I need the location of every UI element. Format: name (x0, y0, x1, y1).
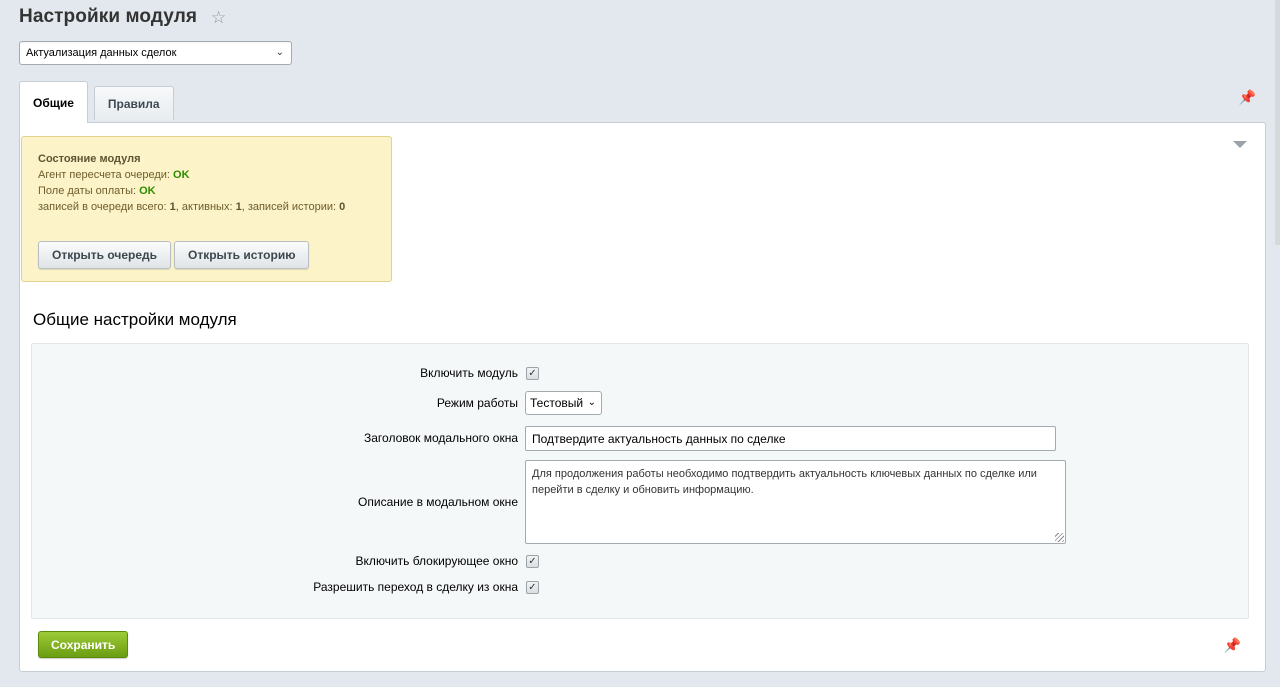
allow-navigation-label: Разрешить переход в сделку из окна (313, 580, 518, 594)
modal-desc-label: Описание в модальном окне (358, 495, 518, 509)
module-status-box: Состояние модуля Агент пересчета очереди… (21, 136, 392, 282)
resize-grip-icon[interactable] (1055, 533, 1064, 542)
chevron-down-icon: ⌄ (275, 47, 284, 58)
mode-select[interactable]: Тестовый ⌄ (525, 391, 602, 415)
tab-rules[interactable]: Правила (93, 86, 174, 120)
save-button[interactable]: Сохранить (38, 631, 129, 658)
payment-field-status: Поле даты оплаты: OK (38, 185, 156, 197)
queue-stats: записей в очереди всего: 1, активных: 1,… (38, 201, 346, 213)
open-queue-button[interactable]: Открыть очередь (38, 241, 172, 269)
enable-module-label: Включить модуль (420, 366, 518, 380)
module-select-value: Актуализация данных сделок (26, 47, 177, 59)
blocking-window-checkbox[interactable]: ✓ (526, 555, 539, 568)
enable-module-checkbox[interactable]: ✓ (526, 367, 539, 380)
open-history-button[interactable]: Открыть историю (174, 241, 310, 269)
tab-bar: Общие Правила (19, 81, 180, 123)
page-title: Настройки модуля (19, 6, 198, 27)
scrollbar[interactable] (1275, 0, 1280, 245)
modal-title-input[interactable]: Подтвердите актуальность данных по сделк… (525, 426, 1056, 451)
general-settings-form: Включить модуль ✓ Режим работы Тестовый ⌄… (31, 343, 1249, 619)
chevron-down-icon: ⌄ (587, 397, 596, 408)
blocking-window-label: Включить блокирующее окно (355, 554, 518, 568)
collapse-icon[interactable] (1233, 141, 1247, 148)
module-select[interactable]: Актуализация данных сделок ⌄ (19, 41, 292, 65)
page-header: Настройки модуля ☆ (19, 6, 226, 28)
status-title: Состояние модуля (38, 153, 141, 165)
allow-navigation-checkbox[interactable]: ✓ (526, 581, 539, 594)
mode-label: Режим работы (436, 396, 518, 410)
modal-desc-textarea[interactable]: Для продолжения работы необходимо подтве… (525, 460, 1066, 544)
modal-title-label: Заголовок модального окна (364, 431, 518, 445)
settings-panel: Состояние модуля Агент пересчета очереди… (19, 122, 1266, 672)
agent-status: Агент пересчета очереди: OK (38, 169, 190, 181)
tab-general[interactable]: Общие (19, 81, 88, 123)
pin-icon[interactable]: 📌 (1224, 637, 1241, 654)
section-title: Общие настройки модуля (33, 310, 237, 329)
star-icon[interactable]: ☆ (211, 9, 226, 26)
pin-icon[interactable]: 📌 (1239, 89, 1256, 106)
